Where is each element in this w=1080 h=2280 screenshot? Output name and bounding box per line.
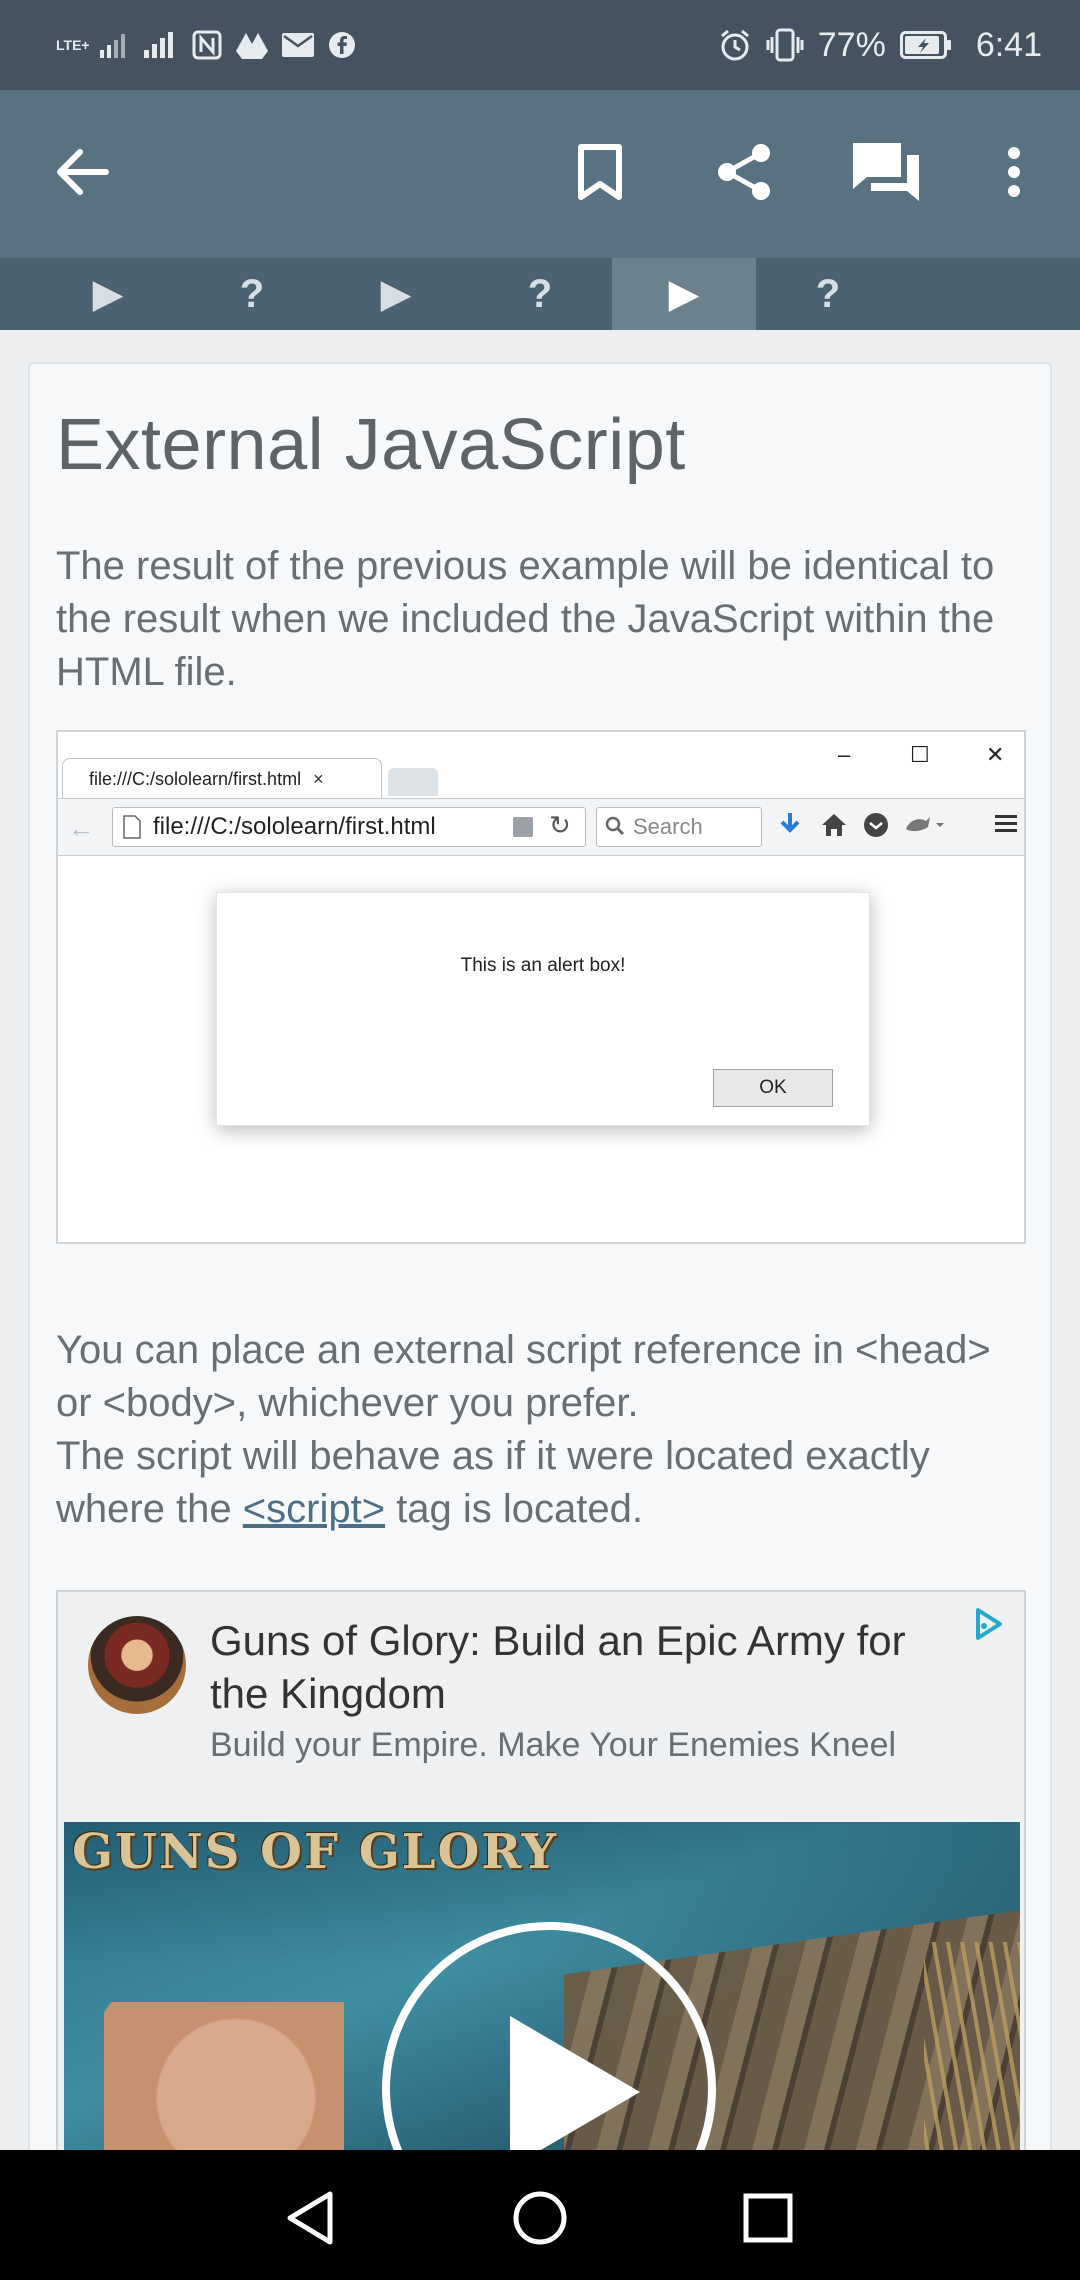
comments-button[interactable] [838,124,934,220]
url-dropdown-icon [513,817,533,837]
paragraph-2-line-2-end: tag is located. [385,1487,644,1531]
signal-2-icon [143,32,173,58]
browser-back-icon: ← [68,813,94,843]
drive-icon [235,33,268,59]
nav-back-icon [287,2191,333,2245]
alert-ok-button: OK [713,1069,833,1107]
alert-message: This is an alert box! [460,955,626,976]
page-icon [123,815,141,839]
menu-icon [995,815,1017,832]
back-button[interactable] [34,124,130,220]
lesson-card: External JavaScript The result of the pr… [28,362,1052,2280]
browser-new-tab [388,768,438,796]
ad-game-logo: GUNS OF GLORY [72,1824,558,1880]
status-left: LTE+ [56,30,356,60]
browser-tab-close-icon: × [313,769,324,789]
browser-url-text: file:///C:/sololearn/first.html [153,813,436,840]
browser-navbar: ← file:///C:/sololearn/first.html ↻ Sear… [58,798,1024,856]
search-icon [605,816,625,836]
signal-1-icon [99,34,125,58]
battery-percent: 77% [817,25,886,64]
step-4-quiz[interactable]: ? [468,258,612,330]
nfc-icon [192,30,222,60]
ad-subtitle: Build your Empire. Make Your Enemies Kne… [210,1726,897,1764]
nav-recents-button[interactable] [728,2178,808,2258]
window-maximize-icon: ☐ [910,742,930,767]
browser-search-placeholder: Search [633,814,703,839]
step-3-lesson[interactable]: ▶ [324,258,468,330]
browser-search-box: Search [596,807,762,847]
facebook-icon [328,32,355,58]
step-6-quiz[interactable]: ? [756,258,900,330]
nav-home-button[interactable] [500,2178,580,2258]
nav-recents-icon [743,2193,793,2243]
vibrate-icon [766,28,804,62]
more-vert-icon [1008,147,1020,197]
lesson-paragraph-2: You can place an external script referen… [56,1324,1016,1536]
example-browser-screenshot: file:///C:/sololearn/first.html × – ☐ ✕ … [56,730,1026,1244]
lesson-steps: ▶ ? ▶ ? ▶ ? [0,258,1080,330]
play-icon [510,2016,640,2168]
alarm-icon [720,29,749,61]
share-icon [718,144,770,200]
window-minimize-icon: – [838,742,851,767]
extension-icon [906,817,944,832]
share-button[interactable] [696,124,792,220]
alert-dialog: This is an alert box! OK [216,892,870,1126]
status-right: 77% 6:41 [718,26,1042,65]
network-type-label: LTE+ [56,37,90,53]
mail-icon [281,33,314,57]
download-icon [780,813,800,833]
step-1-lesson[interactable]: ▶ [36,258,180,330]
browser-url-bar: file:///C:/sololearn/first.html ↻ [112,807,586,847]
ad-avatar [88,1616,186,1714]
step-5-lesson-active[interactable]: ▶ [612,258,756,330]
lesson-title: External JavaScript [56,405,686,485]
home-icon [822,814,846,836]
system-navigation-bar [0,2150,1080,2280]
comments-icon [853,143,919,201]
pocket-icon [864,813,888,837]
paragraph-2-line-1: You can place an external script referen… [56,1328,991,1425]
clock: 6:41 [975,25,1042,64]
lesson-paragraph-1: The result of the previous example will … [56,544,995,694]
reload-icon: ↻ [549,810,571,840]
browser-tab: file:///C:/sololearn/first.html × [62,758,382,800]
nav-home-icon [513,2191,567,2245]
status-bar: LTE+ 77% 6:41 [0,0,1080,90]
browser-tab-title: file:///C:/sololearn/first.html [89,769,302,789]
bookmark-icon [578,144,622,200]
browser-tabstrip: file:///C:/sololearn/first.html × – ☐ ✕ [58,732,1024,800]
window-close-icon: ✕ [986,742,1005,767]
script-tag-link[interactable]: <script> [243,1487,385,1531]
back-arrow-icon [57,149,109,195]
step-2-quiz[interactable]: ? [180,258,324,330]
nav-back-button[interactable] [270,2178,350,2258]
ad-choices-icon[interactable] [970,1606,1006,1642]
ad-title[interactable]: Guns of Glory: Build an Epic Army for th… [210,1614,970,1720]
battery-charging-icon [899,31,951,59]
bookmark-button[interactable] [552,124,648,220]
more-options-button[interactable] [966,124,1062,220]
app-bar [0,90,1080,258]
